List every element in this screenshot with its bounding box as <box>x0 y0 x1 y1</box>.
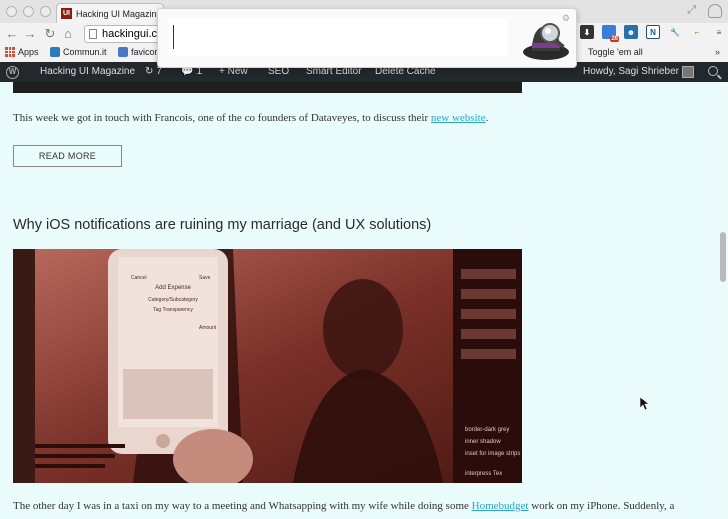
forward-arrow-icon[interactable]: → <box>22 26 38 41</box>
toggle-label: Toggle 'em all <box>588 47 643 57</box>
new-website-link[interactable]: new website <box>431 112 486 124</box>
excerpt-end: . <box>485 112 489 124</box>
wrench-icon[interactable]: 🔧 <box>668 25 682 39</box>
updates-icon: ↻ <box>145 66 154 77</box>
bookmark-label: Commun.it <box>63 47 107 57</box>
mouse-pointer-icon <box>640 397 650 411</box>
bookmark-label: favicon <box>131 47 160 57</box>
bookmark-label: Apps <box>18 47 39 57</box>
avatar <box>681 66 694 78</box>
phone-label: Amount <box>199 325 217 331</box>
tab-title: Hacking UI Magazine | ... <box>76 8 163 19</box>
phone-label: Category/Subcategory <box>148 297 198 303</box>
post-featured-image[interactable]: Add Expense Category/Subcategory Tag Tra… <box>13 249 522 483</box>
layer-label: border-dark grey <box>465 427 509 433</box>
apps-grid-icon <box>5 47 15 57</box>
home-icon[interactable]: ⌂ <box>60 26 76 41</box>
hacking-ui-favicon-icon: UI <box>61 8 72 19</box>
wordpress-menu[interactable]: W <box>6 62 19 82</box>
address-text: hackingui.com <box>102 28 161 40</box>
phone-label: Cancel <box>131 275 147 281</box>
previous-post-excerpt: This week we got in touch with Francois,… <box>13 110 488 126</box>
homebudget-link[interactable]: Homebudget <box>472 500 529 512</box>
settings-menu-icon[interactable]: ≡ <box>712 25 726 39</box>
howdy-greeting: Howdy, Sagi Shrieber <box>583 66 679 77</box>
notes-extension-icon[interactable]: N <box>646 25 660 39</box>
site-name-menu[interactable]: Hacking UI Magazine <box>40 62 135 82</box>
phone-label: Tag Transparency <box>153 307 193 313</box>
excerpt-text: The other day I was in a taxi on my way … <box>13 500 472 512</box>
browser-tab[interactable]: UI Hacking UI Magazine | ... <box>56 3 164 23</box>
address-bar[interactable]: hackingui.com <box>84 25 162 43</box>
zoom-window-button[interactable] <box>40 6 51 17</box>
site-name: Hacking UI Magazine <box>40 66 136 77</box>
phone-label: Save <box>199 275 211 281</box>
bookmark-communit[interactable]: Commun.it <box>50 47 107 57</box>
iphone-mockup: Add Expense Category/Subcategory Tag Tra… <box>108 249 228 454</box>
communit-icon <box>50 47 60 57</box>
post-excerpt: The other day I was in a taxi on my way … <box>13 498 713 514</box>
wordpress-logo-icon: W <box>6 65 19 79</box>
excerpt-end: work on my iPhone. Suddenly, a <box>528 500 675 512</box>
scrollbar-thumb[interactable] <box>720 232 726 282</box>
window-extra-controls: ⤢ <box>687 4 722 18</box>
launcher-popup: ⚙ <box>157 8 577 68</box>
window-controls <box>6 6 51 17</box>
phone-label: Add Expense <box>155 285 191 291</box>
bowler-hat-icon <box>523 23 569 60</box>
profile-icon[interactable] <box>708 4 722 18</box>
launcher-search-input[interactable] <box>168 18 508 56</box>
bookmark-apps[interactable]: Apps <box>5 47 39 57</box>
post-title[interactable]: Why iOS notifications are ruining my mar… <box>13 217 431 233</box>
back-arrow-icon[interactable]: ← <box>4 26 20 41</box>
incognito-extension-icon[interactable]: ☻ <box>624 25 638 39</box>
previous-post-image <box>13 82 522 93</box>
excerpt-text: This week we got in touch with Francois,… <box>13 112 431 124</box>
featured-photo: Add Expense Category/Subcategory Tag Tra… <box>13 249 522 483</box>
read-more-button[interactable]: READ MORE <box>13 145 122 167</box>
page-icon <box>89 29 97 39</box>
reload-icon[interactable]: ↻ <box>42 26 58 42</box>
bookmark-favicon[interactable]: favicon <box>118 47 160 57</box>
fullscreen-icon[interactable]: ⤢ <box>687 4 696 18</box>
page-scrollbar[interactable] <box>718 82 728 519</box>
minimize-window-button[interactable] <box>23 6 34 17</box>
calendar-badge: 26 <box>610 36 619 42</box>
download-extension-icon[interactable]: ⬇ <box>580 25 594 39</box>
layer-label: inner shadow <box>465 439 501 445</box>
layer-label: inset for image strips <box>465 451 520 457</box>
bookmarks-overflow-icon[interactable]: » <box>715 47 720 57</box>
calendar-extension-icon[interactable]: 26 <box>602 25 619 42</box>
tool-extension-icon[interactable]: ⌐ <box>690 25 704 39</box>
search-icon[interactable] <box>708 66 718 76</box>
page-content: This week we got in touch with Francois,… <box>0 82 718 519</box>
layer-label: interpress Tex <box>465 471 502 477</box>
favicon-bookmark-icon <box>118 47 128 57</box>
text-caret <box>173 25 174 49</box>
account-menu[interactable]: Howdy, Sagi Shrieber <box>583 62 694 82</box>
toggle-em-all-bookmark[interactable]: Toggle 'em all <box>588 47 643 57</box>
extension-icons: ⬇ 26 ☻ N 🔧 ⌐ ≡ <box>580 25 726 42</box>
close-window-button[interactable] <box>6 6 17 17</box>
